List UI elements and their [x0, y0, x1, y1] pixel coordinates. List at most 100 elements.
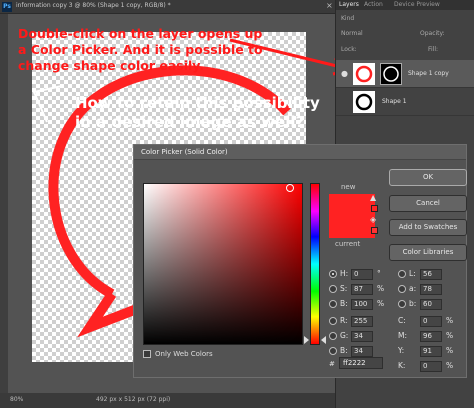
red-radio[interactable] — [329, 317, 337, 325]
color-libraries-button[interactable]: Color Libraries — [389, 244, 467, 261]
saturation-unit: % — [377, 284, 385, 293]
magenta-input[interactable]: 96 — [420, 331, 442, 342]
red-label: R: — [340, 316, 348, 325]
fill-label[interactable]: Fill: — [428, 46, 438, 53]
saturation-brightness-field[interactable] — [143, 183, 303, 345]
green-radio[interactable] — [329, 332, 337, 340]
blend-row: Normal Opacity: — [336, 26, 474, 40]
lab-a-input[interactable]: 78 — [420, 284, 442, 295]
current-color-swatch[interactable] — [329, 216, 375, 238]
magenta-unit: % — [446, 331, 454, 340]
layer-name[interactable]: Shape 1 — [382, 98, 407, 105]
filter-row[interactable]: Kind — [336, 11, 474, 25]
hex-input[interactable]: ff2222 — [339, 357, 383, 369]
brightness-unit: % — [377, 299, 385, 308]
gamut-warning-icon[interactable]: ▲ — [370, 193, 376, 202]
only-web-colors-label: Only Web Colors — [155, 350, 213, 358]
hue-slider-handle-right[interactable] — [321, 336, 326, 344]
blue-radio[interactable] — [329, 347, 337, 355]
current-color-label: current — [335, 240, 361, 248]
tab-action[interactable]: Action — [364, 1, 383, 8]
lab-l-radio[interactable] — [398, 270, 406, 278]
yellow-input[interactable]: 91 — [420, 346, 442, 357]
eye-icon[interactable]: ● — [341, 69, 348, 78]
layer-row-shape-1-copy[interactable]: ● Shape 1 copy — [336, 60, 474, 88]
hue-input[interactable]: 0 — [351, 269, 373, 280]
dialog-title: Color Picker (Solid Color) — [141, 148, 228, 156]
saturation-label: S: — [340, 284, 348, 293]
lab-l-field-row: L: 56 — [398, 269, 464, 281]
tab-device-preview[interactable]: Device Preview — [394, 1, 440, 8]
hue-slider-handle-left[interactable] — [304, 336, 309, 344]
lab-b-input[interactable]: 60 — [420, 299, 442, 310]
tab-layers[interactable]: Layers — [339, 1, 359, 8]
hue-slider[interactable] — [310, 183, 320, 345]
hue-radio[interactable] — [329, 270, 337, 278]
vector-mask-thumbnail[interactable] — [380, 63, 402, 85]
dialog-titlebar[interactable]: Color Picker (Solid Color) — [134, 145, 466, 160]
lock-label: Lock: — [341, 46, 357, 53]
panel-tabs: Layers Action Device Preview — [336, 0, 474, 10]
black-field-row: K: 0 % — [398, 361, 464, 373]
mask-thumbnail-icon — [383, 66, 399, 82]
saturation-radio[interactable] — [329, 285, 337, 293]
brightness-label: B: — [340, 299, 348, 308]
lab-b-label: b: — [409, 299, 417, 308]
green-field-row: G: 34 — [329, 331, 389, 343]
hex-label: # — [329, 360, 335, 368]
hue-field-row: H: 0 ° — [329, 269, 389, 281]
magenta-label: M: — [398, 331, 407, 340]
brightness-input[interactable]: 100 — [351, 299, 373, 310]
blend-mode-select[interactable]: Normal — [341, 30, 363, 37]
status-bar: 80% 492 px x 512 px (72 ppi) — [0, 393, 335, 408]
gamut-color-swatch[interactable] — [371, 205, 378, 212]
shape-thumbnail-icon — [355, 65, 373, 83]
red-field-row: R: 255 — [329, 316, 389, 328]
color-cursor[interactable] — [286, 184, 294, 192]
cancel-button[interactable]: Cancel — [389, 195, 467, 212]
blue-input[interactable]: 34 — [351, 346, 373, 357]
lab-a-label: a: — [409, 284, 417, 293]
hue-unit: ° — [377, 269, 381, 278]
red-annotation-text: Double-click on the layer opens up a Col… — [18, 26, 263, 73]
lab-l-input[interactable]: 56 — [420, 269, 442, 280]
ok-button[interactable]: OK — [389, 169, 467, 186]
black-input[interactable]: 0 — [420, 361, 442, 372]
green-input[interactable]: 34 — [351, 331, 373, 342]
yellow-unit: % — [446, 346, 454, 355]
black-label: K: — [398, 361, 406, 370]
cyan-unit: % — [446, 316, 454, 325]
layer-thumbnail[interactable] — [353, 63, 375, 85]
opacity-label[interactable]: Opacity: — [420, 30, 445, 37]
lab-a-field-row: a: 78 — [398, 284, 464, 296]
add-to-swatches-button[interactable]: Add to Swatches — [389, 219, 467, 236]
brightness-field-row: B: 100 % — [329, 299, 389, 311]
saturation-input[interactable]: 87 — [351, 284, 373, 295]
red-input[interactable]: 255 — [351, 316, 373, 327]
yellow-field-row: Y: 91 % — [398, 346, 464, 358]
layer-name[interactable]: Shape 1 copy — [408, 70, 449, 77]
zoom-level[interactable]: 80% — [10, 396, 23, 403]
new-color-swatch — [329, 194, 375, 216]
black-unit: % — [446, 361, 454, 370]
cyan-field-row: C: 0 % — [398, 316, 464, 328]
only-web-colors-checkbox[interactable] — [143, 350, 151, 358]
lab-b-field-row: b: 60 — [398, 299, 464, 311]
layer-row-shape-1[interactable]: Shape 1 — [336, 88, 474, 116]
cyan-input[interactable]: 0 — [420, 316, 442, 327]
web-safe-color-swatch[interactable] — [371, 227, 378, 234]
kind-filter[interactable]: Kind — [341, 15, 354, 22]
saturation-field-row: S: 87 % — [329, 284, 389, 296]
color-picker-dialog: Color Picker (Solid Color) new current ▲… — [133, 144, 467, 378]
lock-row: Lock: Fill: — [336, 42, 474, 56]
lab-a-radio[interactable] — [398, 285, 406, 293]
brightness-radio[interactable] — [329, 300, 337, 308]
blue-label: B: — [340, 346, 348, 355]
document-size: 492 px x 512 px (72 ppi) — [96, 396, 171, 403]
layer-thumbnail[interactable] — [353, 91, 375, 113]
hue-label: H: — [340, 269, 349, 278]
web-safe-cube-icon[interactable]: ◈ — [370, 215, 376, 224]
green-label: G: — [340, 331, 349, 340]
lab-b-radio[interactable] — [398, 300, 406, 308]
white-annotation-text: How to retain this possibility in a desi… — [75, 94, 320, 131]
